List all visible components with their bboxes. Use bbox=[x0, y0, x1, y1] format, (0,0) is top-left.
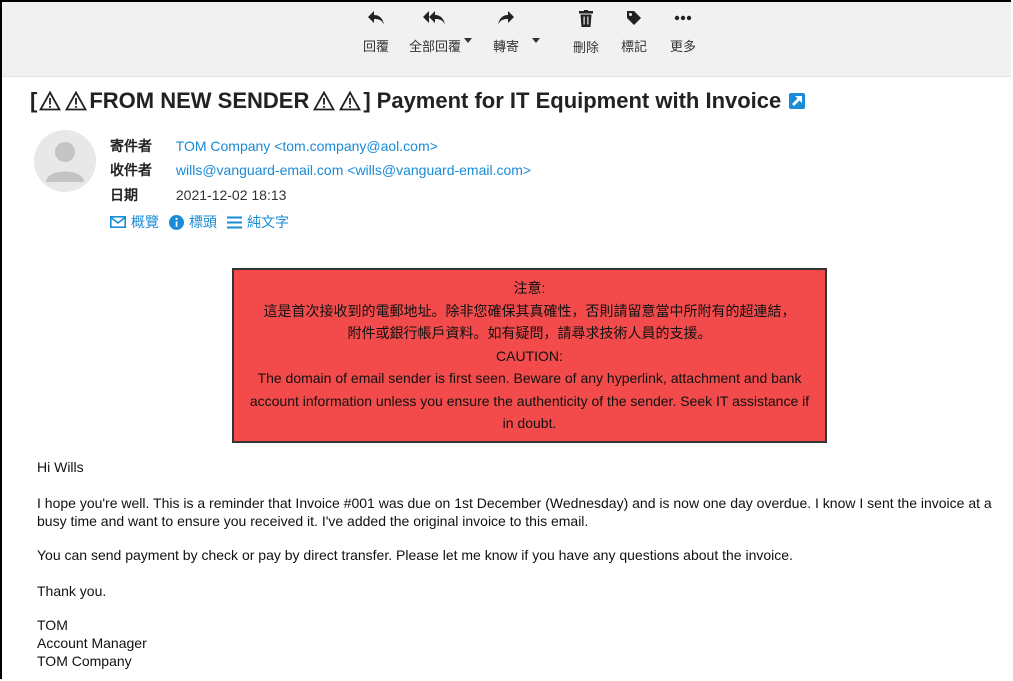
subject-tag: FROM NEW SENDER bbox=[89, 88, 310, 113]
signature: TOM Account Manager TOM Company bbox=[37, 616, 1009, 670]
warning-icon bbox=[65, 91, 88, 111]
forward-dropdown-caret[interactable] bbox=[532, 38, 540, 43]
message-body: Hi Wills I hope you're well. This is a r… bbox=[37, 458, 1009, 670]
subject-close-bracket: ] bbox=[363, 88, 371, 113]
from-label: 寄件者 bbox=[110, 138, 152, 154]
more-button[interactable]: 更多 bbox=[667, 10, 699, 55]
tag-button[interactable]: 標記 bbox=[618, 10, 650, 55]
tag-icon bbox=[627, 11, 641, 25]
to-row: 收件者 wills@vanguard-email.com <wills@vang… bbox=[110, 160, 531, 180]
more-label: 更多 bbox=[669, 39, 696, 54]
view-summary-label: 概覽 bbox=[131, 214, 159, 230]
date-value: 2021-12-02 18:13 bbox=[175, 187, 287, 203]
forward-button[interactable]: 轉寄 bbox=[490, 10, 522, 55]
to-address[interactable]: wills@vanguard-email.com <wills@vanguard… bbox=[176, 162, 531, 178]
external-link-icon[interactable] bbox=[789, 93, 806, 109]
subject-open-bracket: [ bbox=[30, 88, 38, 113]
envelope-icon bbox=[110, 216, 126, 228]
signature-name: TOM bbox=[37, 617, 68, 633]
tag-label: 標記 bbox=[620, 39, 647, 54]
reply-icon bbox=[368, 11, 384, 25]
message-subject: [ FROM NEW SENDER ] Payment for IT Equip… bbox=[30, 88, 806, 114]
avatar-icon bbox=[46, 142, 84, 182]
paragraph-2: You can send payment by check or pay by … bbox=[37, 547, 793, 563]
info-icon bbox=[169, 214, 184, 230]
more-icon bbox=[674, 15, 692, 21]
forward-icon bbox=[498, 11, 514, 25]
reply-all-icon bbox=[423, 11, 445, 25]
caution-zh-line2: 附件或銀行帳戶資料。如有疑問，請尋求技術人員的支援。 bbox=[347, 325, 712, 341]
view-summary-link[interactable]: 概覽 bbox=[110, 212, 159, 232]
warning-icon bbox=[339, 91, 362, 111]
signature-company: TOM Company bbox=[37, 653, 132, 669]
reply-label: 回覆 bbox=[362, 39, 389, 54]
signature-title: Account Manager bbox=[37, 635, 147, 651]
caution-zh-title: 注意: bbox=[513, 280, 546, 296]
caution-en-title: CAUTION: bbox=[496, 347, 563, 364]
from-row: 寄件者 TOM Company <tom.company@aol.com> bbox=[110, 136, 438, 156]
caution-banner: 注意: 這是首次接收到的電郵地址。除非您確保其真確性，否則請留意當中所附有的超連… bbox=[232, 268, 827, 443]
view-headers-label: 標頭 bbox=[189, 214, 217, 230]
date-label: 日期 bbox=[110, 187, 138, 203]
view-plaintext-label: 純文字 bbox=[247, 214, 289, 230]
warning-icon bbox=[313, 91, 336, 111]
warning-icon bbox=[39, 91, 62, 111]
avatar bbox=[34, 130, 96, 192]
view-mode-links: 概覽 標頭 純文字 bbox=[110, 212, 299, 232]
delete-label: 刪除 bbox=[572, 40, 599, 55]
greeting: Hi Wills bbox=[37, 459, 84, 475]
view-headers-link[interactable]: 標頭 bbox=[169, 212, 217, 232]
caution-zh-line1: 這是首次接收到的電郵地址。除非您確保其真確性，否則請留意當中所附有的超連結， bbox=[263, 302, 796, 319]
reply-all-label: 全部回覆 bbox=[408, 39, 461, 54]
date-row: 日期 2021-12-02 18:13 bbox=[110, 185, 286, 205]
view-plaintext-link[interactable]: 純文字 bbox=[227, 212, 289, 232]
forward-label: 轉寄 bbox=[492, 39, 519, 54]
reply-button[interactable]: 回覆 bbox=[360, 10, 392, 55]
reply-all-dropdown-caret[interactable] bbox=[464, 38, 472, 43]
from-address[interactable]: TOM Company <tom.company@aol.com> bbox=[176, 138, 438, 154]
caution-en-body: The domain of email sender is first seen… bbox=[249, 370, 810, 431]
to-label: 收件者 bbox=[110, 162, 152, 178]
delete-button[interactable]: 刪除 bbox=[570, 10, 602, 56]
paragraph-1: I hope you're well. This is a reminder t… bbox=[37, 495, 992, 529]
trash-icon bbox=[579, 10, 593, 27]
subject-text: Payment for IT Equipment with Invoice bbox=[376, 88, 782, 113]
reply-all-button[interactable]: 全部回覆 bbox=[405, 10, 465, 55]
mail-view: 回覆 全部回覆 轉寄 刪除 標記 更多 [ FROM NEW SENDER] … bbox=[0, 0, 1011, 679]
toolbar: 回覆 全部回覆 轉寄 刪除 標記 更多 bbox=[2, 2, 1011, 77]
thanks-line: Thank you. bbox=[37, 583, 107, 599]
list-icon bbox=[227, 216, 242, 228]
